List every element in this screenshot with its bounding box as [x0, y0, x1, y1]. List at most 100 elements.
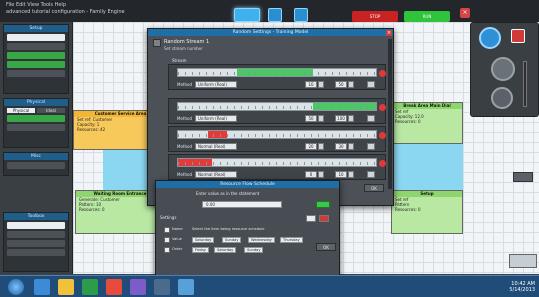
split-view-button[interactable]	[294, 8, 308, 22]
stream-controls: Method Uniform (Real) 10 50	[177, 81, 381, 88]
app-icon[interactable]	[178, 279, 194, 295]
checkbox[interactable]	[164, 247, 170, 253]
start-icon[interactable]	[8, 279, 24, 295]
zoom-dial-icon[interactable]	[479, 27, 501, 49]
day-option[interactable]: Saturday	[192, 237, 215, 243]
break-area-card[interactable]: Break Area Main Dial Set ref Capacity: 1…	[391, 102, 463, 144]
delete-icon[interactable]	[319, 215, 329, 222]
checkbox[interactable]	[164, 237, 170, 243]
min-stepper[interactable]	[318, 81, 324, 88]
menu-bar[interactable]: File Edit View Tools Help	[6, 2, 66, 8]
min-input[interactable]: 10	[305, 81, 317, 88]
browser-icon[interactable]	[34, 279, 50, 295]
media-icon[interactable]	[106, 279, 122, 295]
scrollbar[interactable]	[388, 39, 392, 189]
tab-physical[interactable]: Physical	[7, 108, 35, 113]
toolbox-item[interactable]	[7, 231, 65, 238]
row-options-button[interactable]	[367, 115, 375, 122]
min-stepper[interactable]	[318, 171, 324, 178]
sidebar-item[interactable]	[7, 61, 65, 68]
toolbox-item[interactable]	[7, 249, 65, 256]
edit-icon[interactable]	[306, 215, 316, 222]
view-layout-button[interactable]	[234, 8, 260, 22]
ok-button[interactable]: OK	[316, 243, 336, 251]
day-option[interactable]: Thursday	[280, 237, 303, 243]
rotate-dial-icon[interactable]	[491, 57, 515, 81]
remove-icon[interactable]	[379, 70, 386, 77]
close-icon[interactable]: ×	[386, 30, 392, 36]
remove-icon[interactable]	[379, 104, 386, 111]
window-titlebar: File Edit View Tools Help advanced tutor…	[0, 0, 539, 22]
row-options-button[interactable]	[367, 81, 375, 88]
max-stepper[interactable]	[348, 171, 354, 178]
setup-header: Setup	[4, 25, 68, 32]
remove-icon[interactable]	[379, 160, 386, 167]
app-icon[interactable]	[82, 279, 98, 295]
max-input[interactable]: 30	[335, 143, 347, 150]
method-select[interactable]: Uniform (Real)	[195, 115, 237, 122]
clock[interactable]: 10:42 AM 5/14/2013	[509, 281, 535, 293]
ok-button[interactable]: OK	[364, 184, 384, 192]
row-options-button[interactable]	[367, 143, 375, 150]
sidebar-item[interactable]	[7, 124, 65, 131]
folder-icon[interactable]	[58, 279, 74, 295]
sidebar-item[interactable]	[7, 115, 65, 122]
day-option[interactable]: Wednesday	[248, 237, 275, 243]
min-stepper[interactable]	[318, 143, 324, 150]
method-select[interactable]: Normal (Real)	[195, 171, 237, 178]
range-slider[interactable]	[177, 130, 386, 139]
day-option[interactable]: Saturday	[214, 247, 237, 253]
sidebar-item[interactable]	[7, 70, 65, 77]
row-label: Order	[172, 247, 183, 251]
dialog-prompt: Enter value as in the statement	[196, 191, 260, 196]
max-input[interactable]: 10	[335, 171, 347, 178]
min-input[interactable]: 50	[305, 115, 317, 122]
max-stepper[interactable]	[348, 143, 354, 150]
max-stepper[interactable]	[348, 115, 354, 122]
min-stepper[interactable]	[318, 115, 324, 122]
remove-icon[interactable]	[379, 132, 386, 139]
max-input[interactable]: 100	[335, 115, 347, 122]
window-title: advanced tutorial configuration - Family…	[6, 9, 125, 15]
camera-icon[interactable]	[511, 29, 525, 43]
right-control-panel	[470, 22, 539, 117]
zoom-slider[interactable]	[523, 61, 527, 107]
sidebar-item[interactable]	[7, 43, 65, 50]
stop-button[interactable]: STOP	[352, 11, 398, 22]
stream-row: Method Uniform (Real) 10 50	[168, 64, 386, 90]
range-slider[interactable]	[177, 102, 386, 111]
checkbox[interactable]	[164, 227, 170, 233]
method-label: Method	[177, 172, 193, 177]
run-button[interactable]: RUN	[404, 11, 450, 22]
value-field[interactable]: 0.00	[202, 201, 282, 208]
row-options-button[interactable]	[367, 171, 375, 178]
sidebar-item[interactable]	[7, 34, 65, 41]
app-icon[interactable]	[154, 279, 170, 295]
max-input[interactable]: 50	[335, 81, 347, 88]
day-option[interactable]: Sunday	[244, 247, 264, 253]
sidebar-item[interactable]	[7, 162, 65, 169]
min-input[interactable]: 0	[305, 171, 317, 178]
taskbar: 10:42 AM 5/14/2013	[0, 275, 539, 297]
toolbox-item[interactable]	[7, 222, 65, 229]
day-option[interactable]: Friday	[192, 247, 209, 253]
dialog-title: Resource Flow Schedule	[156, 181, 339, 188]
range-slider[interactable]	[177, 68, 386, 77]
stream-row: Method Normal (Real) 20 30	[168, 126, 386, 152]
min-input[interactable]: 20	[305, 143, 317, 150]
setup-card[interactable]: Setup Set ref Pattern Resources: 0	[391, 190, 463, 234]
pan-dial-icon[interactable]	[491, 87, 513, 109]
method-select[interactable]: Normal (Real)	[195, 143, 237, 150]
tab-ideal[interactable]: Ideal	[37, 108, 65, 113]
day-option[interactable]: Sunday	[222, 237, 242, 243]
method-select[interactable]: Uniform (Real)	[195, 81, 237, 88]
app-icon[interactable]	[130, 279, 146, 295]
stream-row: Method Uniform (Real) 50 100	[168, 98, 386, 124]
toggle-switch[interactable]	[316, 201, 330, 208]
toolbox-item[interactable]	[7, 240, 65, 247]
close-icon[interactable]: ×	[460, 8, 470, 18]
sidebar-item[interactable]	[7, 52, 65, 59]
grid-view-button[interactable]	[268, 8, 282, 22]
max-stepper[interactable]	[348, 81, 354, 88]
range-slider[interactable]	[177, 158, 386, 167]
